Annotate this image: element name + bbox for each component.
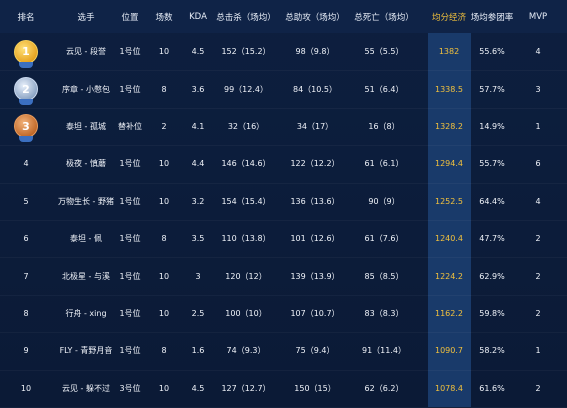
table-row[interactable]: 8 行舟 - xing 1号位 10 2.5 100（10） 107（10.7） 83（8.3… <box>0 295 567 332</box>
kills-cell: 154（15.4） <box>221 196 271 206</box>
table-row[interactable]: 5 万物生长 - 野猪 1号位 10 3.2 154（15.4） 136（13.6） 90（9… <box>0 183 567 220</box>
table-row[interactable]: 1 云见 - 段誉 1号位 10 4.5 152（15.2） 98（9.8） 55（5.5） 1… <box>0 33 567 70</box>
kills-cell: 146（14.6） <box>221 159 271 169</box>
kills-cell: 100（10） <box>225 308 267 318</box>
mvp-cell: 2 <box>535 383 541 393</box>
assists-cell: 136（13.6） <box>290 196 340 206</box>
table-row[interactable]: 6 泰坦 - 佩 1号位 8 3.5 110（13.8） 101（12.6） 61（7.6） 1… <box>0 220 567 257</box>
assists-cell: 107（10.7） <box>290 308 340 318</box>
assists-cell: 122（12.2） <box>290 159 340 169</box>
silver-medal-icon: 2 <box>14 77 38 106</box>
kills-cell: 152（15.2） <box>221 47 271 57</box>
assists-cell: 101（12.6） <box>290 234 340 244</box>
mvp-cell: 4 <box>535 47 541 57</box>
table-row[interactable]: 7 北极星 - 与溪 1号位 10 3 120（12） 139（13.9） 85（8.5） 12… <box>0 257 567 294</box>
kills-cell: 110（13.8） <box>221 234 271 244</box>
table-row[interactable]: 10 云见 - 躲不过 3号位 10 4.5 127（12.7） 150（15） 62（6.2… <box>0 370 567 407</box>
kills-cell: 127（12.7） <box>221 383 271 393</box>
mvp-cell: 1 <box>535 121 541 131</box>
table-header: 排名 选手 位置 场数 KDA 总击杀（场均） 总助攻（场均） 总死亡（场均） 均分经济 场均参团… <box>0 0 567 33</box>
table-row[interactable]: 9 FLY - 青野月音 1号位 8 1.6 74（9.3） 75（9.4） 91（11.4）… <box>0 332 567 369</box>
mvp-cell: 4 <box>535 196 541 206</box>
bronze-medal-icon: 3 <box>14 114 38 143</box>
assists-cell: 75（9.4） <box>295 346 335 356</box>
mvp-cell: 1 <box>535 346 541 356</box>
mvp-cell: 2 <box>535 308 541 318</box>
kills-cell: 74（9.3） <box>226 346 266 356</box>
mvp-cell: 2 <box>535 234 541 244</box>
assists-cell: 150（15） <box>294 383 336 393</box>
ranking-table: 排名 选手 位置 场数 KDA 总击杀（场均） 总助攻（场均） 总死亡（场均） 均分经济 场均参团… <box>0 0 567 408</box>
assists-cell: 84（10.5） <box>293 84 337 94</box>
kills-cell: 99（12.4） <box>224 84 268 94</box>
mvp-cell: 2 <box>535 271 541 281</box>
table-row[interactable]: 2 序章 - 小憋包 1号位 8 3.6 99（12.4） 84（10.5） 51（6.4） 1… <box>0 70 567 107</box>
assists-cell: 34（17） <box>296 121 334 131</box>
assists-cell: 139（13.9） <box>290 271 340 281</box>
table-row[interactable]: 3 泰坦 - 孤城 替补位 2 4.1 32（16） 34（17） 16（8） 1328.2 14… <box>0 108 567 145</box>
mvp-cell: 3 <box>535 84 541 94</box>
kills-cell: 120（12） <box>225 271 267 281</box>
mvp-cell: 6 <box>535 159 541 169</box>
table-row[interactable]: 4 极夜 - 慎蘑 1号位 10 4.4 146（14.6） 122（12.2） 61（6.1… <box>0 145 567 182</box>
mvp-header[interactable]: MVP <box>498 12 567 22</box>
kills-header[interactable]: 总击杀（场均） <box>206 11 286 23</box>
gold-medal-icon: 1 <box>14 39 38 68</box>
assists-header[interactable]: 总助攻（场均） <box>275 11 355 23</box>
kills-cell: 32（16） <box>227 121 265 131</box>
assists-cell: 98（9.8） <box>295 47 335 57</box>
